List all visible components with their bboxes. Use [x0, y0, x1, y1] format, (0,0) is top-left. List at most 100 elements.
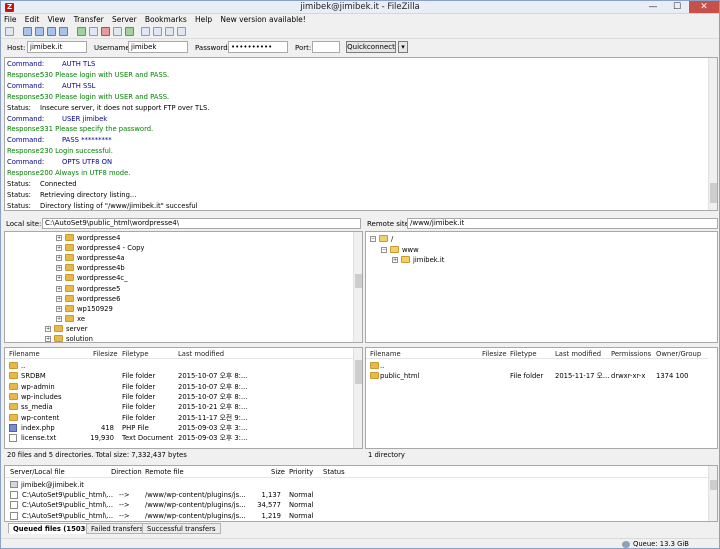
toggle-remote-tree-icon[interactable]	[47, 27, 56, 36]
menu-file[interactable]: File	[1, 14, 20, 25]
queue-col-priority[interactable]: Priority	[289, 468, 313, 476]
remote-directory-tree[interactable]: − / − www + jimibek.it	[365, 231, 718, 343]
local-directory-tree[interactable]: + wordpresse4 + wordpresse4 - Copy + wordpres…	[4, 231, 363, 343]
local-col-modified[interactable]: Last modified	[178, 350, 224, 358]
quickconnect-dropdown-button[interactable]: ▾	[398, 41, 408, 53]
quickconnect-button[interactable]: Quickconnect	[346, 41, 396, 53]
menu-server[interactable]: Server	[109, 14, 140, 25]
remote-site-path-input[interactable]: /www/jimibek.it	[407, 218, 718, 229]
toggle-local-tree-icon[interactable]	[35, 27, 44, 36]
menu-help[interactable]: Help	[192, 14, 215, 25]
menu-transfer[interactable]: Transfer	[71, 14, 107, 25]
local-col-filetype[interactable]: Filetype	[122, 350, 149, 358]
expand-icon[interactable]: +	[45, 325, 51, 332]
expand-icon[interactable]: +	[56, 265, 62, 272]
remote-col-owner[interactable]: Owner/Group	[656, 350, 701, 358]
password-input[interactable]: ••••••••••	[228, 41, 288, 53]
queue-row[interactable]: C:\AutoSet9\public_html\... --> /www/wp-co…	[5, 500, 708, 510]
reconnect-icon[interactable]	[125, 27, 134, 36]
queue-scrollbar-thumb[interactable]	[710, 480, 717, 490]
expand-icon[interactable]: +	[392, 257, 398, 263]
toggle-queue-icon[interactable]	[59, 27, 68, 36]
local-file-row[interactable]: wp-content File folder 2015-11-17 오전 9:...	[5, 413, 353, 423]
menu-bar: File Edit View Transfer Server Bookmarks…	[1, 14, 719, 25]
expand-icon[interactable]: +	[56, 275, 62, 282]
remote-col-modified[interactable]: Last modified	[555, 350, 601, 358]
local-tree-scrollbar[interactable]	[353, 232, 362, 342]
tab-failed-transfers[interactable]: Failed transfers	[86, 523, 149, 534]
queue-col-remote-file[interactable]: Remote file	[145, 468, 184, 476]
remote-col-filesize[interactable]: Filesize	[482, 350, 507, 358]
expand-icon[interactable]: +	[56, 295, 62, 302]
local-file-row[interactable]: wp-admin File folder 2015-10-07 오후 8:...	[5, 382, 353, 392]
local-site-path-input[interactable]: C:\AutoSet9\public_html\wordpresse4\	[42, 218, 361, 229]
expand-icon[interactable]: +	[45, 336, 51, 342]
menu-bookmarks[interactable]: Bookmarks	[142, 14, 190, 25]
expand-icon[interactable]: +	[56, 235, 62, 241]
queue-row[interactable]: C:\AutoSet9\public_html\... --> /www/wp-co…	[5, 511, 708, 521]
local-file-row[interactable]: index.php 418 PHP File 2015-09-03 오후 3:...	[5, 423, 353, 433]
local-files-scrollbar-thumb[interactable]	[355, 360, 362, 384]
log-scrollbar-thumb[interactable]	[710, 183, 717, 203]
remote-file-modified: 2015-11-17 오...	[555, 372, 610, 381]
collapse-icon[interactable]: −	[381, 246, 387, 253]
close-button[interactable]: ✕	[689, 1, 719, 13]
remote-col-filename[interactable]: Filename	[370, 350, 401, 358]
menu-view[interactable]: View	[45, 14, 69, 25]
local-col-filename[interactable]: Filename	[9, 350, 40, 358]
maximize-button[interactable]: ☐	[665, 1, 689, 13]
expand-icon[interactable]: +	[56, 245, 62, 252]
queue-row[interactable]: C:\AutoSet9\public_html\... --> /www/wp-co…	[5, 490, 708, 500]
username-input[interactable]: jimibek	[128, 41, 188, 53]
message-log[interactable]: Command: AUTH TLS Response: 530 Please logi…	[4, 57, 718, 211]
expand-icon[interactable]: +	[56, 315, 62, 322]
log-line-text: 200 Always in UTF8 mode.	[40, 169, 131, 177]
log-scrollbar[interactable]	[708, 58, 717, 210]
port-input[interactable]	[312, 41, 340, 53]
queue-col-local-file[interactable]: Server/Local file	[10, 468, 65, 476]
queue-server-row[interactable]: jimibek@jimibek.it	[5, 480, 708, 490]
directory-filter-icon[interactable]	[141, 27, 150, 36]
transfer-queue[interactable]: Server/Local file Direction Remote file …	[4, 465, 718, 522]
local-file-list-header: Filename Filesize Filetype Last modified	[5, 348, 353, 359]
local-files-scrollbar[interactable]	[353, 348, 362, 448]
local-file-row[interactable]: SRDBM File folder 2015-10-07 오후 8:...	[5, 371, 353, 381]
remote-col-permissions[interactable]: Permissions	[611, 350, 651, 358]
queue-col-direction[interactable]: Direction	[111, 468, 142, 476]
remote-file-list[interactable]: Filename Filesize Filetype Last modified…	[365, 347, 718, 449]
process-queue-icon[interactable]	[89, 27, 98, 36]
compare-directories-icon[interactable]	[153, 27, 162, 36]
remote-file-row[interactable]: public_html File folder 2015-11-17 오... drw…	[366, 371, 708, 381]
local-tree-scrollbar-thumb[interactable]	[355, 274, 362, 288]
local-site-label: Local site:	[6, 220, 42, 228]
site-manager-icon[interactable]	[5, 27, 14, 36]
remote-file-row[interactable]: ..	[366, 361, 708, 371]
local-file-row[interactable]: ..	[5, 361, 353, 371]
disconnect-icon[interactable]	[113, 27, 122, 36]
expand-icon[interactable]: +	[56, 255, 62, 262]
local-file-row[interactable]: wp-includes File folder 2015-10-07 오후 8:..…	[5, 392, 353, 402]
local-file-row[interactable]: license.txt 19,930 Text Document 2015-09-03…	[5, 433, 353, 443]
menu-edit[interactable]: Edit	[22, 14, 43, 25]
remote-col-filetype[interactable]: Filetype	[510, 350, 537, 358]
local-file-row[interactable]: ss_media File folder 2015-10-21 오후 8:...	[5, 402, 353, 412]
expand-icon[interactable]: +	[56, 285, 62, 292]
search-files-icon[interactable]	[177, 27, 186, 36]
toggle-log-icon[interactable]	[23, 27, 32, 36]
refresh-icon[interactable]	[77, 27, 86, 36]
menu-new-version[interactable]: New version available!	[217, 14, 308, 25]
remote-status-text: 1 directory	[368, 451, 405, 459]
queue-col-size[interactable]: Size	[271, 468, 285, 476]
local-col-filesize[interactable]: Filesize	[93, 350, 118, 358]
minimize-button[interactable]: —	[641, 1, 665, 13]
collapse-icon[interactable]: −	[370, 236, 376, 242]
host-input[interactable]: jimibek.it	[27, 41, 87, 53]
local-file-list[interactable]: Filename Filesize Filetype Last modified…	[4, 347, 363, 449]
folder-icon	[370, 362, 379, 369]
tab-successful-transfers[interactable]: Successful transfers	[142, 523, 221, 534]
cancel-operation-icon[interactable]	[101, 27, 110, 36]
expand-icon[interactable]: +	[56, 305, 62, 312]
queue-scrollbar[interactable]	[708, 466, 717, 521]
queue-col-status[interactable]: Status	[323, 468, 345, 476]
sync-browsing-icon[interactable]	[165, 27, 174, 36]
